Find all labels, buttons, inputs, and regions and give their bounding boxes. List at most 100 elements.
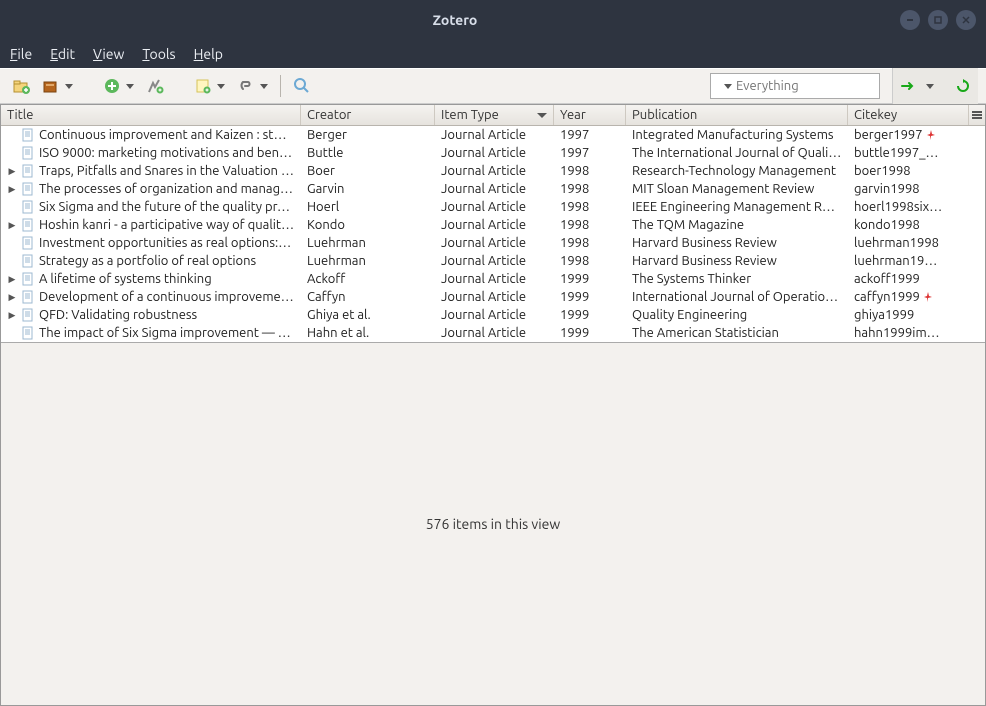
menu-help[interactable]: Help <box>194 46 223 62</box>
search-box[interactable] <box>710 73 880 99</box>
item-title: Traps, Pitfalls and Snares in the Valuat… <box>39 164 294 178</box>
menu-file[interactable]: File <box>10 46 32 62</box>
item-publication: The International Journal of Qualit… <box>626 146 848 160</box>
column-picker-icon[interactable] <box>969 105 985 125</box>
table-row[interactable]: ▶Development of a continuous improveme…C… <box>1 288 985 306</box>
item-creator: Buttle <box>301 146 435 160</box>
maximize-button[interactable] <box>928 10 948 30</box>
close-button[interactable] <box>956 10 976 30</box>
app-window: Zotero File Edit View Tools Help <box>0 0 986 706</box>
menu-edit[interactable]: Edit <box>50 46 75 62</box>
item-creator: Ghiya et al. <box>301 308 435 322</box>
item-publication: Research-Technology Management <box>626 164 848 178</box>
item-year: 1999 <box>554 326 626 340</box>
item-publication: International Journal of Operation… <box>626 290 848 304</box>
add-attachment-icon[interactable] <box>237 77 255 95</box>
item-title: QFD: Validating robustness <box>39 308 197 322</box>
pin-icon <box>926 130 936 140</box>
locate-icon[interactable] <box>899 77 917 95</box>
expand-toggle[interactable]: ▶ <box>7 274 17 285</box>
item-creator: Berger <box>301 128 435 142</box>
expand-toggle[interactable]: ▶ <box>7 310 17 321</box>
table-row[interactable]: ▶Hoshin kanri - a participative way of q… <box>1 216 985 234</box>
document-icon <box>21 236 35 250</box>
menu-tools[interactable]: Tools <box>142 46 175 62</box>
item-title: ISO 9000: marketing motivations and ben… <box>39 146 292 160</box>
document-icon <box>21 308 35 322</box>
item-title: Strategy as a portfolio of real options <box>39 254 256 268</box>
item-citekey: kondo1998 <box>854 218 920 232</box>
table-row[interactable]: The impact of Six Sigma improvement — …H… <box>1 324 985 342</box>
table-row[interactable]: ISO 9000: marketing motivations and ben…… <box>1 144 985 162</box>
item-publication: Quality Engineering <box>626 308 848 322</box>
table-row[interactable]: Investment opportunities as real options… <box>1 234 985 252</box>
item-citekey: hahn1999im… <box>854 326 940 340</box>
table-row[interactable]: Six Sigma and the future of the quality … <box>1 198 985 216</box>
new-note-icon[interactable] <box>194 77 212 95</box>
status-area: 576 items in this view <box>1 342 985 705</box>
expand-toggle[interactable]: ▶ <box>7 292 17 303</box>
item-citekey: luehrman1998 <box>854 236 939 250</box>
column-title[interactable]: Title <box>1 105 301 125</box>
column-creator[interactable]: Creator <box>301 105 435 125</box>
item-publication: Harvard Business Review <box>626 254 848 268</box>
item-year: 1997 <box>554 128 626 142</box>
item-year: 1998 <box>554 236 626 250</box>
item-title: The processes of organization and manag… <box>39 182 293 196</box>
item-year: 1999 <box>554 272 626 286</box>
add-by-identifier-icon[interactable] <box>146 77 164 95</box>
new-library-dropdown[interactable] <box>65 84 73 89</box>
add-attachment-dropdown[interactable] <box>260 84 268 89</box>
table-row[interactable]: Continuous improvement and Kaizen : st… B… <box>1 126 985 144</box>
expand-toggle[interactable]: ▶ <box>7 184 17 195</box>
item-year: 1997 <box>554 146 626 160</box>
new-item-icon[interactable] <box>103 77 121 95</box>
document-icon <box>21 182 35 196</box>
locate-dropdown[interactable] <box>926 84 934 89</box>
item-type: Journal Article <box>435 326 554 340</box>
new-note-dropdown[interactable] <box>217 84 225 89</box>
item-type: Journal Article <box>435 236 554 250</box>
column-citekey[interactable]: Citekey <box>848 105 969 125</box>
item-title: Six Sigma and the future of the quality … <box>39 200 290 214</box>
item-citekey: boer1998 <box>854 164 911 178</box>
table-row[interactable]: ▶ Traps, Pitfalls and Snares in the Valua… <box>1 162 985 180</box>
table-row[interactable]: ▶QFD: Validating robustnessGhiya et al.J… <box>1 306 985 324</box>
minimize-button[interactable] <box>900 10 920 30</box>
search-input[interactable] <box>736 79 907 93</box>
table-row[interactable]: ▶ The processes of organization and manag… <box>1 180 985 198</box>
expand-toggle[interactable]: ▶ <box>7 166 17 177</box>
sync-icon[interactable] <box>954 77 972 95</box>
item-creator: Garvin <box>301 182 435 196</box>
new-collection-icon[interactable] <box>12 77 30 95</box>
item-type: Journal Article <box>435 164 554 178</box>
item-type: Journal Article <box>435 182 554 196</box>
item-type: Journal Article <box>435 146 554 160</box>
window-controls <box>900 10 976 30</box>
table-row[interactable]: ▶A lifetime of systems thinkingAckoffJou… <box>1 270 985 288</box>
menu-view[interactable]: View <box>93 46 124 62</box>
document-icon <box>21 146 35 160</box>
item-citekey: caffyn1999 <box>854 290 920 304</box>
item-creator: Kondo <box>301 218 435 232</box>
column-itemtype[interactable]: Item Type <box>435 105 554 125</box>
expand-toggle[interactable]: ▶ <box>7 220 17 231</box>
item-year: 1999 <box>554 308 626 322</box>
search-mode-dropdown[interactable] <box>724 84 732 89</box>
column-publication[interactable]: Publication <box>626 105 848 125</box>
table-row[interactable]: Strategy as a portfolio of real optionsL… <box>1 252 985 270</box>
new-item-dropdown[interactable] <box>126 84 134 89</box>
item-citekey: luehrman19… <box>854 254 937 268</box>
toolbar-separator <box>280 75 281 97</box>
item-year: 1999 <box>554 290 626 304</box>
column-year[interactable]: Year <box>554 105 626 125</box>
window-title: Zotero <box>10 12 900 28</box>
item-title: Continuous improvement and Kaizen : st… <box>39 128 287 142</box>
item-citekey: garvin1998 <box>854 182 920 196</box>
item-publication: Integrated Manufacturing Systems <box>626 128 848 142</box>
items-list[interactable]: Continuous improvement and Kaizen : st… B… <box>1 126 985 342</box>
item-type: Journal Article <box>435 272 554 286</box>
new-library-icon[interactable] <box>42 77 60 95</box>
pin-icon <box>923 292 933 302</box>
advanced-search-icon[interactable] <box>293 77 311 95</box>
